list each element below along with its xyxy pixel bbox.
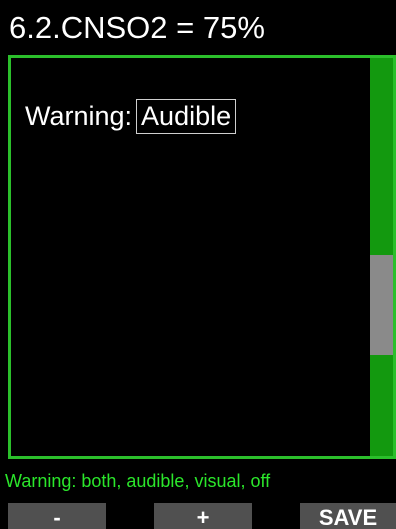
scrollbar-thumb[interactable] [370,255,393,355]
minus-button[interactable]: - [8,503,106,529]
warning-setting-row[interactable]: Warning: Audible [25,98,237,134]
options-hint: Warning: both, audible, visual, off [5,471,271,491]
softkey-bar: - + SAVE [0,503,396,529]
plus-button[interactable]: + [154,503,252,529]
settings-panel: Warning: Audible [8,55,396,459]
scrollbar[interactable] [368,58,393,456]
save-button[interactable]: SAVE [300,503,396,529]
warning-value-selector[interactable]: Audible [136,98,237,134]
warning-label: Warning: [25,100,133,131]
page-title: 6.2.CNSO2 = 75% [9,10,265,45]
